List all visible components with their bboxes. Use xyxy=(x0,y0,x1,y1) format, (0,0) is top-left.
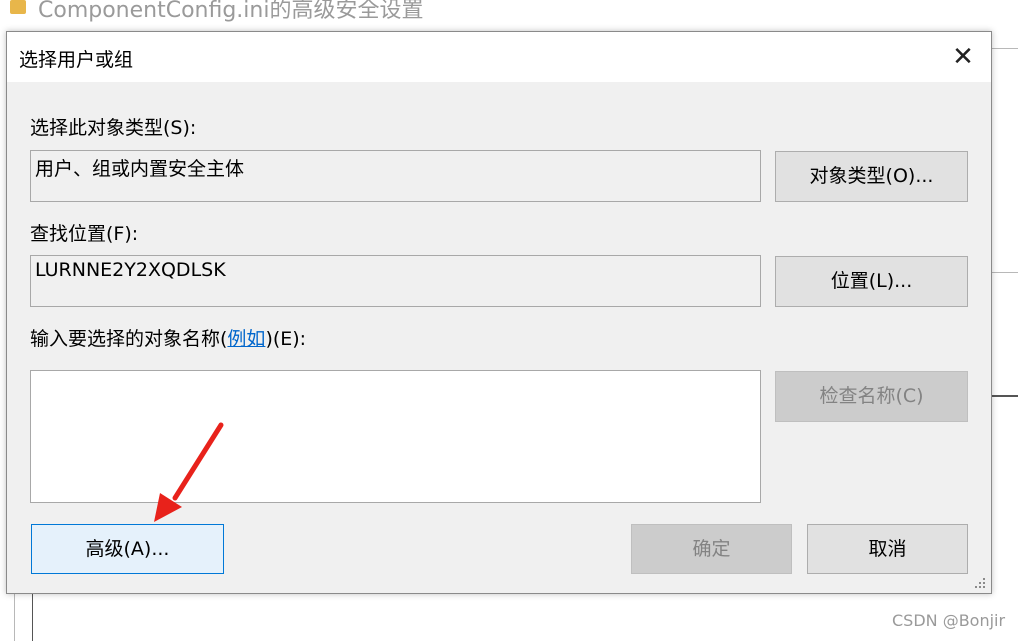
object-type-field: 用户、组或内置安全主体 xyxy=(30,150,761,202)
dialog-title: 选择用户或组 xyxy=(19,49,134,71)
background-divider xyxy=(32,593,33,641)
object-names-input[interactable] xyxy=(30,370,761,503)
examples-link[interactable]: 例如 xyxy=(227,328,265,350)
object-types-button[interactable]: 对象类型(O)... xyxy=(775,151,968,202)
close-icon[interactable]: ✕ xyxy=(945,42,981,72)
background-divider xyxy=(990,395,1018,397)
background-window-titlebar: ComponentConfig.ini的高级安全设置 xyxy=(0,0,1018,30)
select-users-dialog: 选择用户或组 ✕ 选择此对象类型(S): 用户、组或内置安全主体 对象类型(O)… xyxy=(6,31,992,594)
dialog-titlebar: 选择用户或组 ✕ xyxy=(7,32,991,82)
object-names-label: 输入要选择的对象名称(例如)(E): xyxy=(30,324,306,351)
background-divider xyxy=(990,48,1018,49)
background-window-frame xyxy=(990,30,1018,641)
resize-grip-icon[interactable] xyxy=(973,576,987,590)
object-type-label: 选择此对象类型(S): xyxy=(30,117,197,139)
location-value: LURNNE2Y2XQDLSK xyxy=(35,259,226,281)
check-names-button[interactable]: 检查名称(C) xyxy=(775,371,968,422)
advanced-button[interactable]: 高级(A)... xyxy=(31,524,224,574)
ok-button[interactable]: 确定 xyxy=(631,524,792,574)
location-button[interactable]: 位置(L)... xyxy=(775,256,968,307)
folder-icon xyxy=(10,0,26,14)
background-divider xyxy=(990,272,1018,273)
watermark: CSDN @Bonjir xyxy=(892,611,1006,630)
background-divider xyxy=(14,593,15,641)
object-names-label-prefix: 输入要选择的对象名称( xyxy=(30,328,228,350)
object-type-value: 用户、组或内置安全主体 xyxy=(35,158,245,180)
object-names-label-suffix: )(E): xyxy=(265,328,307,350)
cancel-button[interactable]: 取消 xyxy=(807,524,968,574)
background-window-title: ComponentConfig.ini的高级安全设置 xyxy=(38,0,424,23)
location-field: LURNNE2Y2XQDLSK xyxy=(30,255,761,307)
location-label: 查找位置(F): xyxy=(30,223,139,245)
